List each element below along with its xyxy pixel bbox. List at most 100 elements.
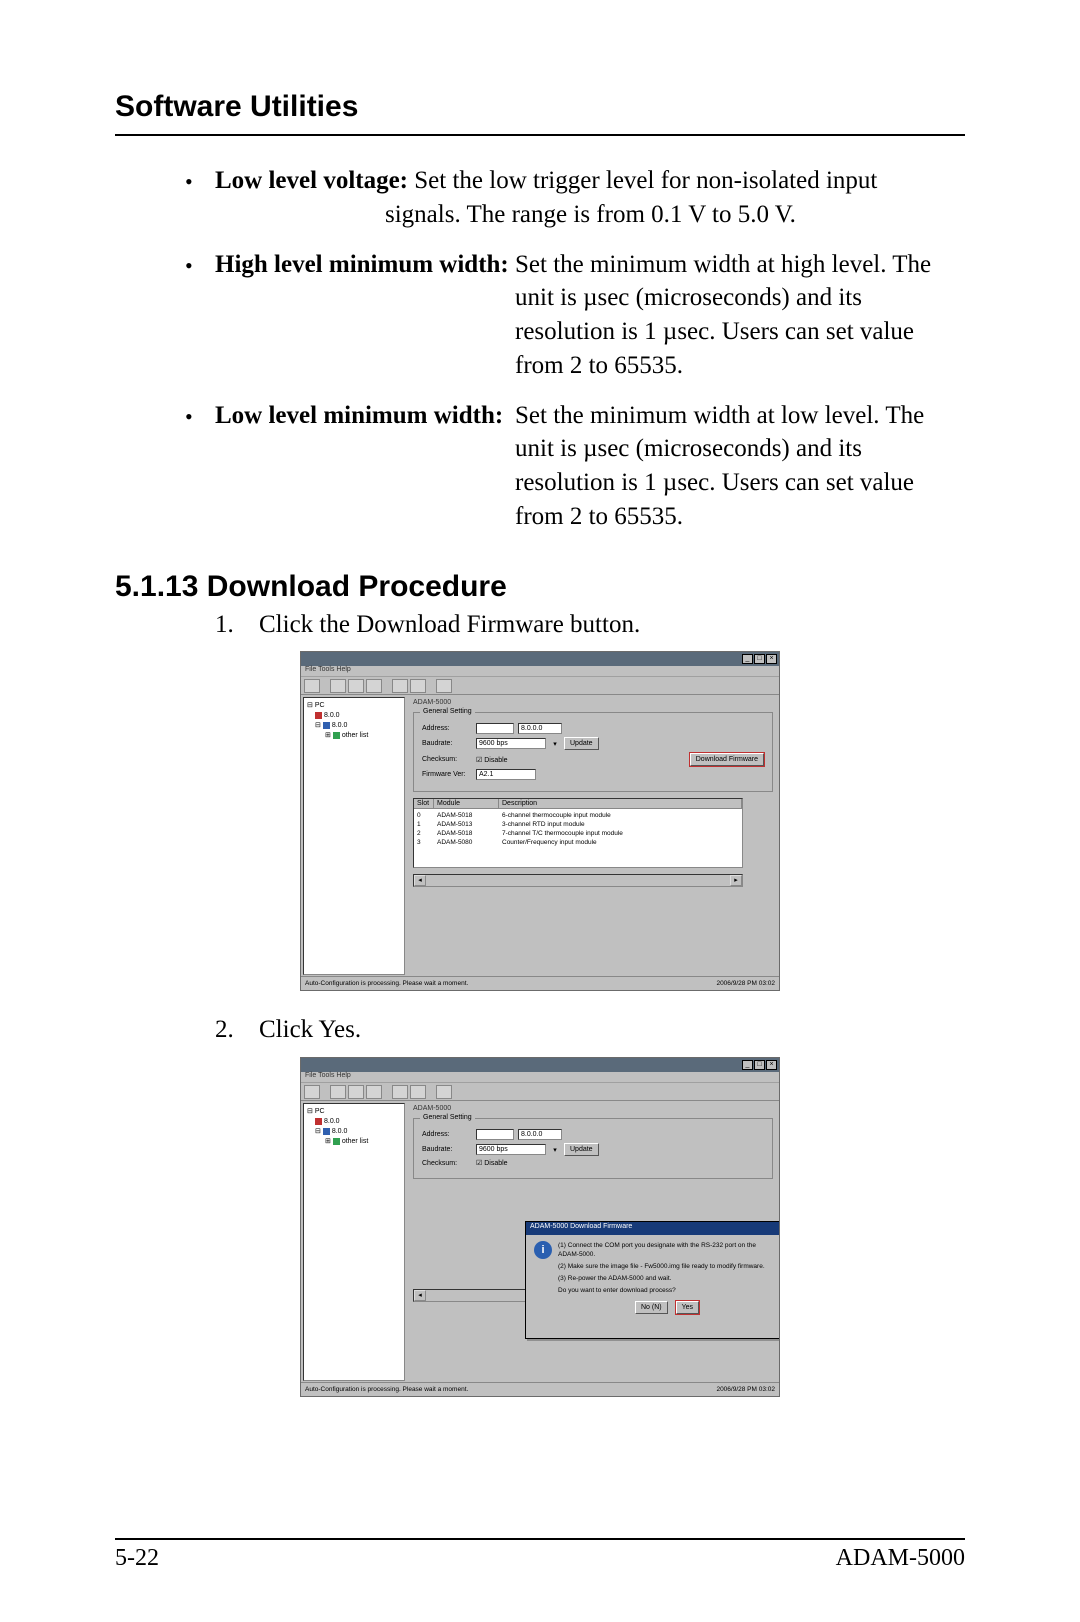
page-number: 5-22 — [115, 1545, 159, 1572]
scroll-right-icon[interactable]: ▸ — [730, 875, 742, 886]
info-icon: i — [534, 1241, 552, 1259]
list-number: 1. — [215, 608, 259, 642]
toolbar-button[interactable] — [330, 1085, 346, 1099]
minimize-icon[interactable]: _ — [742, 1060, 753, 1070]
field-label: Address: — [422, 1131, 472, 1138]
table-row[interactable]: 0ADAM-50186-channel thermocouple input m… — [417, 811, 739, 820]
bullet-desc: Set the minimum width at low level. The … — [515, 399, 965, 534]
ordered-list: 2. Click Yes. — [215, 1013, 965, 1047]
toolbar-button[interactable] — [436, 1085, 452, 1099]
general-setting-group: General Setting Address: 8.0.0.0 Baudrat… — [413, 712, 773, 792]
bullet-term: High level minimum width: — [215, 251, 509, 278]
baudrate-select[interactable]: 9600 bps — [476, 738, 546, 749]
bullet-item: • High level minimum width: Set the mini… — [185, 248, 965, 383]
tree-node[interactable]: ⊟ PC — [307, 1107, 401, 1117]
table-header[interactable]: Module — [434, 799, 499, 808]
toolbar-button[interactable] — [392, 679, 408, 693]
maximize-icon[interactable]: □ — [754, 654, 765, 664]
toolbar-button[interactable] — [436, 679, 452, 693]
scroll-left-icon[interactable]: ◂ — [414, 1290, 426, 1301]
toolbar-button[interactable] — [304, 1085, 320, 1099]
toolbar-button[interactable] — [348, 1085, 364, 1099]
firmware-field[interactable]: A2.1 — [476, 769, 536, 780]
window-titlebar: _ □ × — [301, 652, 779, 666]
menubar[interactable]: File Tools Help — [301, 666, 779, 677]
bullet-item: • Low level minimum width: Set the minim… — [185, 399, 965, 534]
list-text: Click the Download Firmware button. — [259, 608, 640, 642]
toolbar-button[interactable] — [410, 679, 426, 693]
tree-node[interactable]: 8.0.0 — [307, 711, 401, 721]
tree-node[interactable]: ⊟ 8.0.0 — [307, 721, 401, 731]
status-bar: Auto-Configuration is processing. Please… — [301, 1382, 779, 1396]
bullet-desc: Set the low trigger level for non-isolat… — [408, 167, 877, 194]
bullet-dot: • — [185, 248, 215, 383]
status-time: 2006/9/28 PM 03:02 — [716, 980, 775, 987]
address-field[interactable]: 8.0.0.0 — [518, 1129, 562, 1140]
field-label: Baudrate: — [422, 740, 472, 747]
field-label: Checksum: — [422, 1160, 472, 1167]
tree-node[interactable]: ⊞ other list — [307, 731, 401, 741]
toolbar-button[interactable] — [304, 679, 320, 693]
tree-view[interactable]: ⊟ PC 8.0.0 ⊟ 8.0.0 ⊞ other list — [303, 697, 405, 975]
status-time: 2006/9/28 PM 03:02 — [716, 1386, 775, 1393]
address-field[interactable]: 8.0.0.0 — [518, 723, 562, 734]
list-text: Click Yes. — [259, 1013, 361, 1047]
toolbar-button[interactable] — [366, 679, 382, 693]
tree-view[interactable]: ⊟ PC 8.0.0 ⊟ 8.0.0 ⊞ other list — [303, 1103, 405, 1381]
close-icon[interactable]: × — [766, 1060, 777, 1070]
bullet-item: • Low level voltage: Set the low trigger… — [185, 164, 965, 232]
menubar[interactable]: File Tools Help — [301, 1072, 779, 1083]
window-titlebar: _ □ × — [301, 1058, 779, 1072]
field-label: Baudrate: — [422, 1146, 472, 1153]
baudrate-select[interactable]: 9600 bps — [476, 1144, 546, 1155]
table-row[interactable]: 3ADAM-5080Counter/Frequency input module — [417, 838, 739, 847]
maximize-icon[interactable]: □ — [754, 1060, 765, 1070]
tree-node[interactable]: ⊞ other list — [307, 1137, 401, 1147]
bullet-term: Low level voltage: — [215, 167, 408, 194]
status-text: Auto-Configuration is processing. Please… — [305, 980, 468, 987]
update-button[interactable]: Update — [564, 1143, 599, 1156]
table-header[interactable]: Description — [499, 799, 742, 808]
close-icon[interactable]: × — [766, 654, 777, 664]
main-panel: ADAM-5000 General Setting Address: 8.0.0… — [407, 1101, 779, 1383]
no-button[interactable]: No (N) — [635, 1301, 668, 1314]
app-screenshot: _ □ × File Tools Help ⊟ PC 8.0.0 ⊟ 8.0.0… — [300, 651, 780, 991]
dialog-title: ADAM-5000 Download Firmware — [526, 1222, 780, 1235]
section-heading: 5.1.13 Download Procedure — [115, 570, 965, 604]
doc-name: ADAM-5000 — [836, 1545, 965, 1572]
list-number: 2. — [215, 1013, 259, 1047]
bullet-cont: signals. The range is from 0.1 V to 5.0 … — [215, 198, 965, 232]
dialog-text: (1) Connect the COM port you designate w… — [558, 1241, 776, 1314]
download-firmware-button[interactable]: Download Firmware — [690, 753, 764, 766]
chevron-down-icon[interactable]: ▾ — [550, 1146, 560, 1154]
table-header[interactable]: Slot — [414, 799, 434, 808]
bullet-dot: • — [185, 164, 215, 232]
table-row[interactable]: 2ADAM-50187-channel T/C thermocouple inp… — [417, 829, 739, 838]
tree-node[interactable]: ⊟ 8.0.0 — [307, 1127, 401, 1137]
bullet-term: Low level minimum width: — [215, 402, 503, 429]
tree-node[interactable]: 8.0.0 — [307, 1117, 401, 1127]
toolbar-button[interactable] — [348, 679, 364, 693]
download-dialog: ADAM-5000 Download Firmware i (1) Connec… — [525, 1221, 780, 1339]
yes-button[interactable]: Yes — [676, 1301, 699, 1314]
status-bar: Auto-Configuration is processing. Please… — [301, 976, 779, 990]
scroll-left-icon[interactable]: ◂ — [414, 875, 426, 886]
breadcrumb: ADAM-5000 — [413, 1105, 773, 1112]
header-rule — [115, 134, 965, 136]
toolbar-button[interactable] — [410, 1085, 426, 1099]
chevron-down-icon[interactable]: ▾ — [550, 740, 560, 748]
horizontal-scrollbar[interactable]: ◂ ▸ — [413, 874, 743, 887]
minimize-icon[interactable]: _ — [742, 654, 753, 664]
address-field[interactable] — [476, 723, 514, 734]
table-row[interactable]: 1ADAM-50133-channel RTD input module — [417, 820, 739, 829]
address-field[interactable] — [476, 1129, 514, 1140]
tree-node[interactable]: ⊟ PC — [307, 701, 401, 711]
ordered-list: 1. Click the Download Firmware button. — [215, 608, 965, 642]
bullet-list: • Low level voltage: Set the low trigger… — [185, 164, 965, 534]
toolbar-button[interactable] — [330, 679, 346, 693]
toolbar-button[interactable] — [392, 1085, 408, 1099]
group-legend: General Setting — [420, 708, 475, 715]
update-button[interactable]: Update — [564, 737, 599, 750]
status-text: Auto-Configuration is processing. Please… — [305, 1386, 468, 1393]
toolbar-button[interactable] — [366, 1085, 382, 1099]
